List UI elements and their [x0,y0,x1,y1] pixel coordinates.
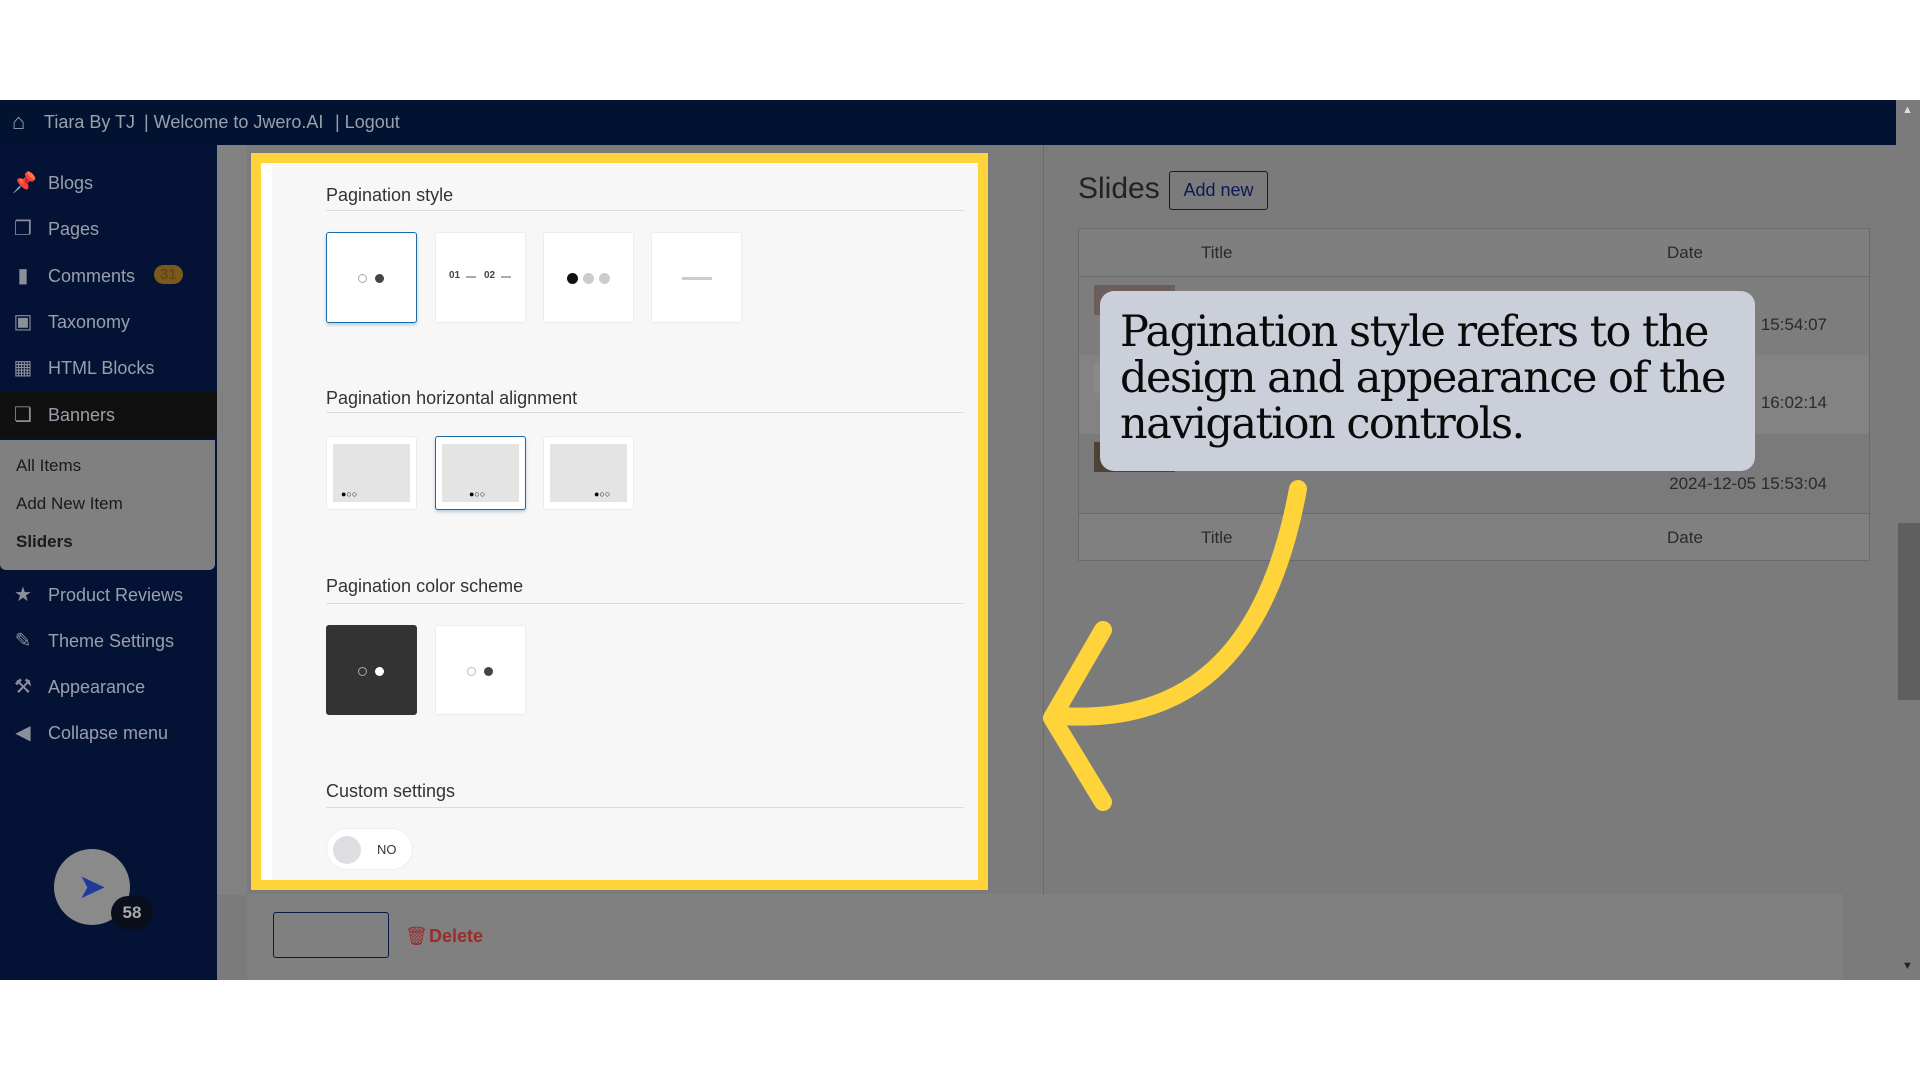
scrollbar[interactable]: ▲ ▼ [1896,100,1920,980]
scrollbar-thumb[interactable] [1898,523,1920,700]
arrow-icon [1043,480,1307,811]
